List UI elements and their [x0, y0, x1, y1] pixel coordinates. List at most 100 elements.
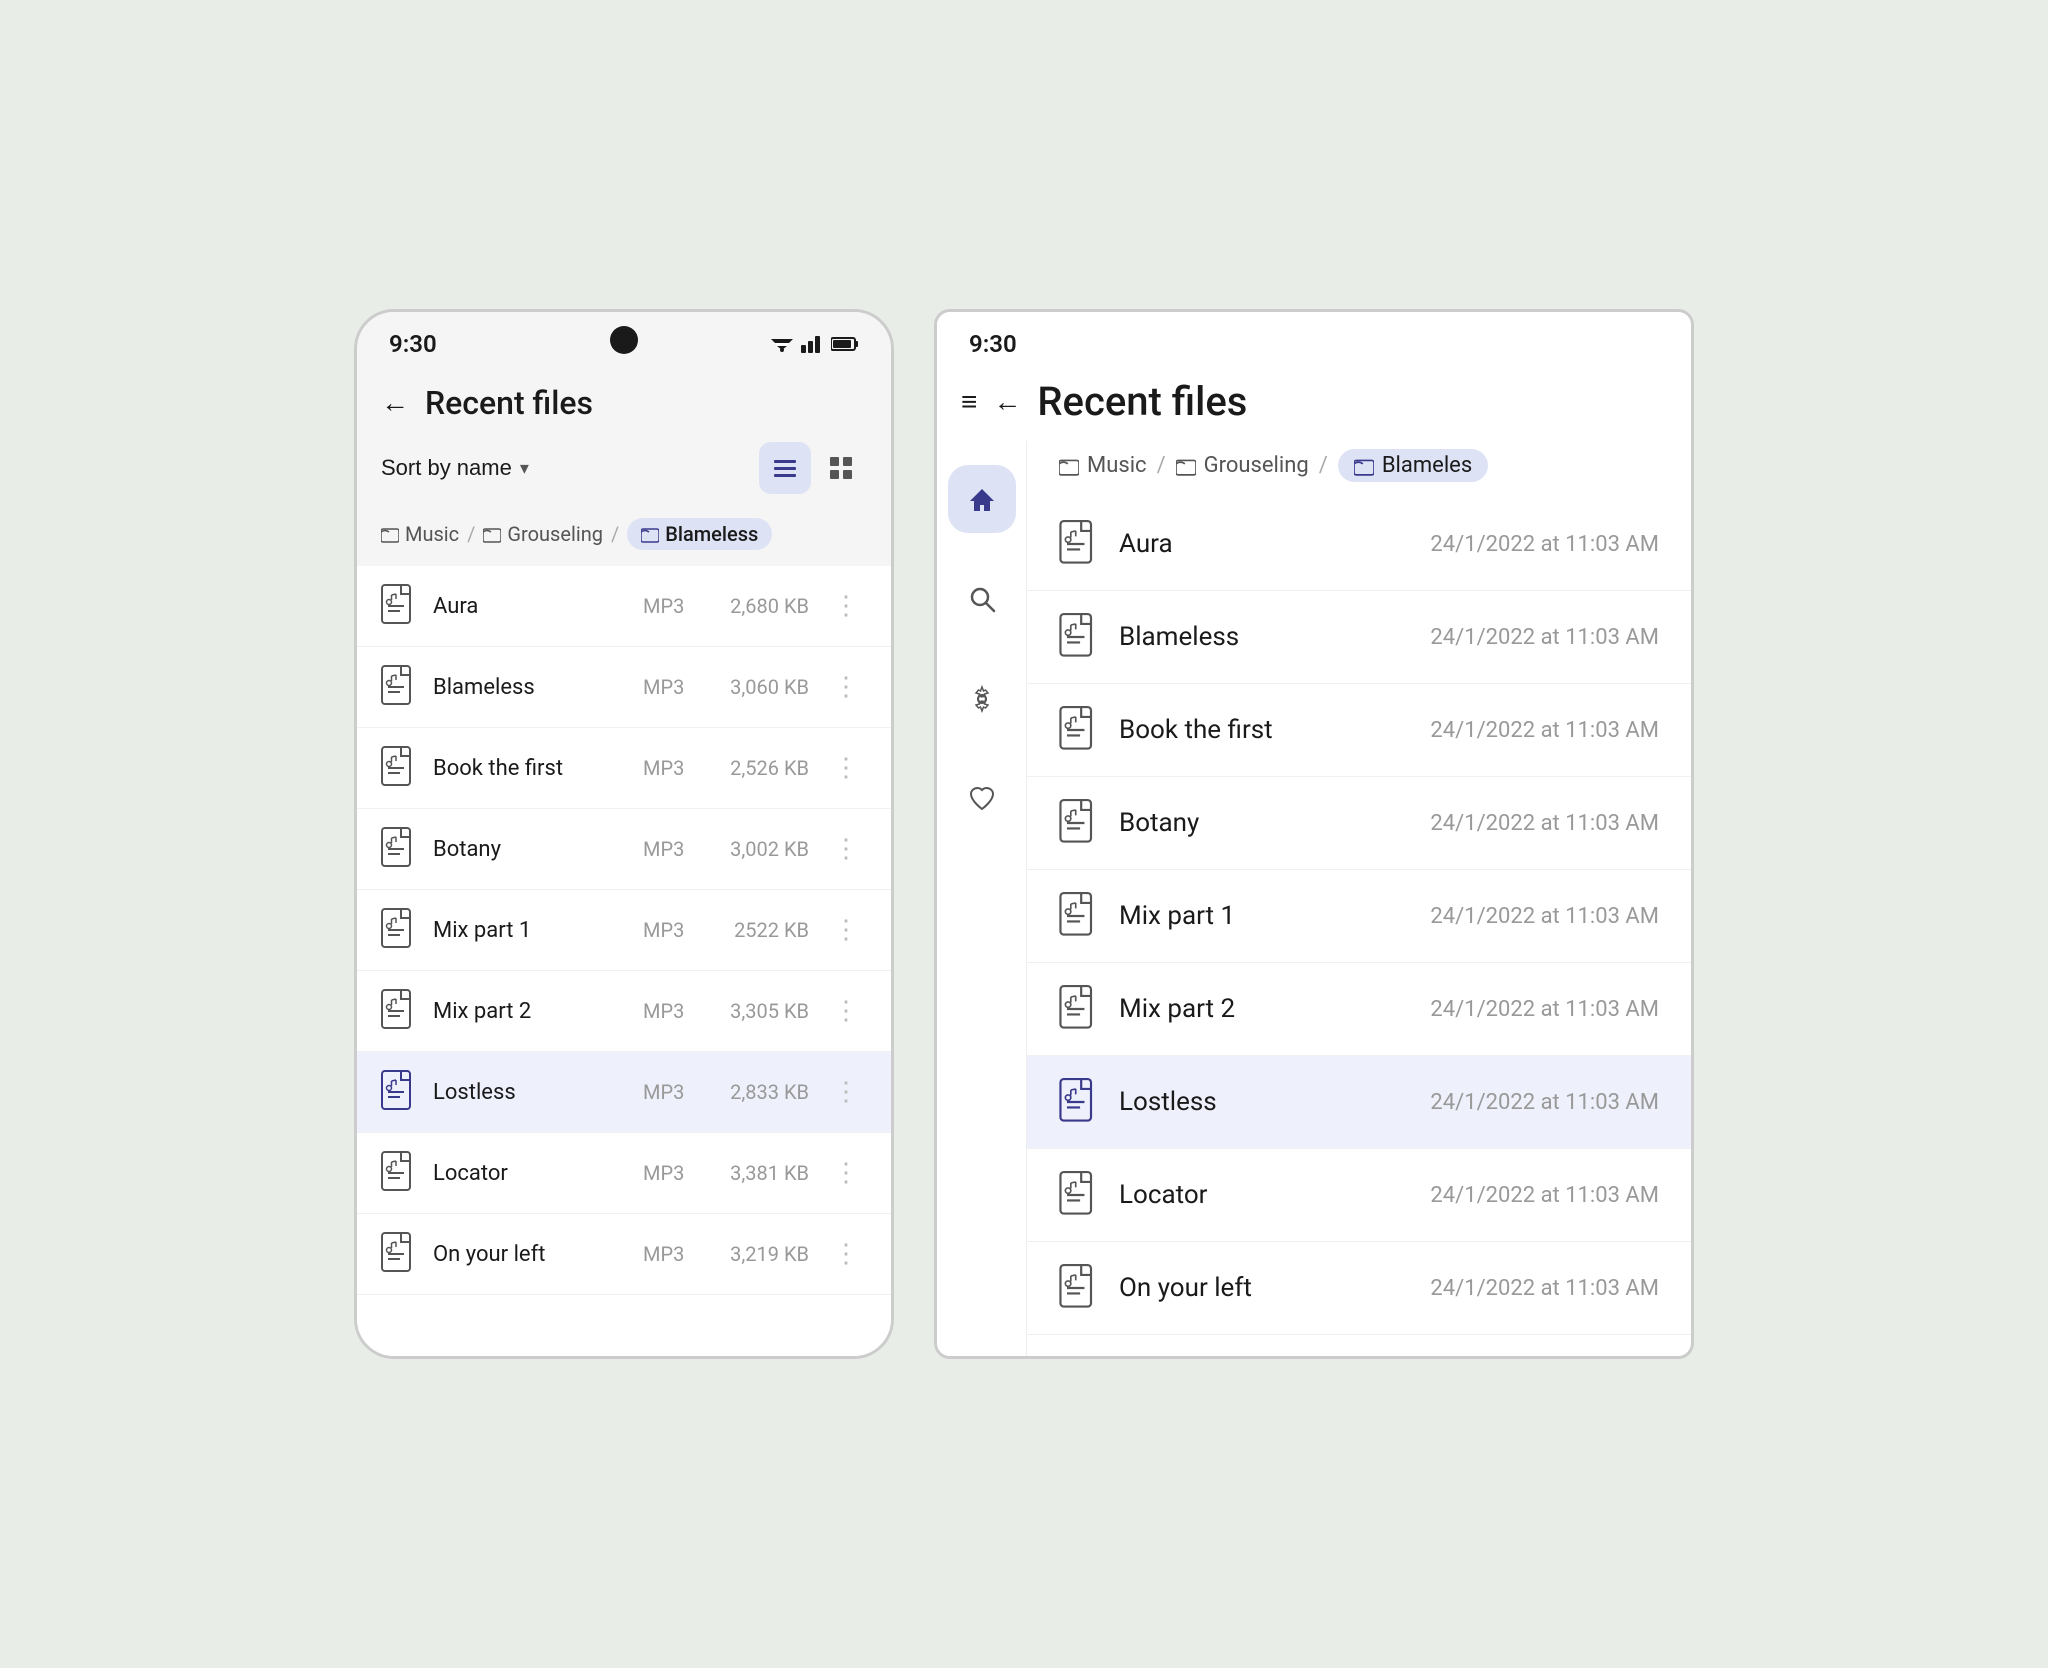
file-date: 24/1/2022 at 11:03 AM — [1430, 1276, 1659, 1301]
list-item[interactable]: Lostless 24/1/2022 at 11:03 AM — [1027, 1056, 1691, 1149]
list-item[interactable]: Blameless MP3 3,060 KB ⋮ — [357, 647, 891, 728]
file-date: 24/1/2022 at 11:03 AM — [1430, 1090, 1659, 1115]
list-item[interactable]: Book the first MP3 2,526 KB ⋮ — [357, 728, 891, 809]
nav-search[interactable] — [948, 565, 1016, 633]
breadcrumb-grouseling[interactable]: Grouseling — [483, 522, 603, 546]
tablet-breadcrumb-grouseling[interactable]: Grouseling — [1176, 453, 1309, 478]
tablet-breadcrumb-music[interactable]: Music — [1059, 453, 1147, 478]
breadcrumb-sep-1: / — [467, 522, 475, 546]
file-name: Lostless — [1119, 1087, 1410, 1117]
file-icon — [381, 1232, 417, 1276]
file-size: 2522 KB — [709, 918, 809, 942]
file-name: Mix part 1 — [433, 918, 627, 943]
tablet-device: 9:30 ≡ ← Recent files — [934, 309, 1694, 1359]
file-date: 24/1/2022 at 11:03 AM — [1430, 811, 1659, 836]
list-item[interactable]: Mix part 1 MP3 2522 KB ⋮ — [357, 890, 891, 971]
nav-favorites[interactable] — [948, 765, 1016, 833]
breadcrumb-blameless-label: Blameless — [665, 522, 758, 546]
more-options-icon[interactable]: ⋮ — [825, 1073, 867, 1111]
tablet-sep-2: / — [1319, 453, 1328, 478]
more-options-icon[interactable]: ⋮ — [825, 749, 867, 787]
file-type: MP3 — [643, 1242, 693, 1266]
grid-icon — [830, 457, 852, 479]
list-item[interactable]: Mix part 1 24/1/2022 at 11:03 AM — [1027, 870, 1691, 963]
breadcrumb-music-label: Music — [405, 522, 459, 546]
list-item[interactable]: Botany MP3 3,002 KB ⋮ — [357, 809, 891, 890]
file-name: Botany — [1119, 808, 1410, 838]
file-icon — [381, 1070, 417, 1114]
phone-header: ← Recent files — [357, 368, 891, 434]
nav-settings[interactable] — [948, 665, 1016, 733]
more-options-icon[interactable]: ⋮ — [825, 1235, 867, 1273]
breadcrumb-blameless[interactable]: Blameless — [627, 518, 772, 550]
back-button[interactable]: ← — [381, 387, 409, 419]
file-size: 3,219 KB — [709, 1242, 809, 1266]
phone-status-bar: 9:30 — [357, 312, 891, 368]
list-item[interactable]: Blameless 24/1/2022 at 11:03 AM — [1027, 591, 1691, 684]
tablet-body: Music / Grouseling / Blameles — [937, 441, 1691, 1356]
page-title: Recent files — [425, 384, 593, 422]
file-name: Locator — [1119, 1180, 1410, 1210]
list-item[interactable]: Aura 24/1/2022 at 11:03 AM — [1027, 498, 1691, 591]
breadcrumb-music[interactable]: Music — [381, 522, 459, 546]
more-options-icon[interactable]: ⋮ — [825, 830, 867, 868]
list-item[interactable]: Aura MP3 2,680 KB ⋮ — [357, 566, 891, 647]
grid-view-button[interactable] — [815, 442, 867, 494]
tablet-breadcrumb: Music / Grouseling / Blameles — [1027, 441, 1691, 498]
list-item[interactable]: Locator 24/1/2022 at 11:03 AM — [1027, 1149, 1691, 1242]
list-view-button[interactable] — [759, 442, 811, 494]
view-toggle — [759, 442, 867, 494]
list-item[interactable]: Book the first 24/1/2022 at 11:03 AM — [1027, 684, 1691, 777]
file-type: MP3 — [643, 594, 693, 618]
more-options-icon[interactable]: ⋮ — [825, 1154, 867, 1192]
tablet-file-list: Aura 24/1/2022 at 11:03 AM Blameless 24/… — [1027, 498, 1691, 1356]
list-item[interactable]: Lostless MP3 2,833 KB ⋮ — [357, 1052, 891, 1133]
file-name: Mix part 1 — [1119, 901, 1410, 931]
breadcrumb: Music / Grouseling / Blameless — [357, 510, 891, 566]
list-item[interactable]: Mix part 2 MP3 3,305 KB ⋮ — [357, 971, 891, 1052]
file-icon — [1059, 520, 1099, 568]
more-options-icon[interactable]: ⋮ — [825, 587, 867, 625]
nav-rail — [937, 441, 1027, 1356]
folder-icon — [1059, 456, 1079, 476]
sort-label: Sort by name — [381, 455, 512, 481]
list-item[interactable]: On your left MP3 3,219 KB ⋮ — [357, 1214, 891, 1295]
file-date: 24/1/2022 at 11:03 AM — [1430, 1183, 1659, 1208]
battery-icon — [831, 336, 859, 352]
file-name: Lostless — [433, 1080, 627, 1105]
tablet-back-button[interactable]: ← — [993, 386, 1021, 418]
more-options-icon[interactable]: ⋮ — [825, 992, 867, 1030]
file-name: Aura — [433, 594, 627, 619]
folder-icon — [1354, 456, 1374, 476]
file-name: Botany — [433, 837, 627, 862]
file-name: On your left — [433, 1242, 627, 1267]
file-type: MP3 — [643, 756, 693, 780]
list-item[interactable]: Botany 24/1/2022 at 11:03 AM — [1027, 777, 1691, 870]
list-item[interactable]: Locator MP3 3,381 KB ⋮ — [357, 1133, 891, 1214]
tablet-breadcrumb-blameless[interactable]: Blameles — [1338, 449, 1488, 482]
file-name: Mix part 2 — [433, 999, 627, 1024]
more-options-icon[interactable]: ⋮ — [825, 911, 867, 949]
tablet-main: Music / Grouseling / Blameles — [1027, 441, 1691, 1356]
folder-icon — [381, 525, 399, 543]
list-item[interactable]: On your left 24/1/2022 at 11:03 AM — [1027, 1242, 1691, 1335]
file-size: 2,680 KB — [709, 594, 809, 618]
menu-icon[interactable]: ≡ — [961, 385, 977, 418]
file-icon — [381, 665, 417, 709]
tablet-status-bar: 9:30 — [937, 312, 1691, 366]
phone-file-list: Aura MP3 2,680 KB ⋮ Blameless MP3 3,060 … — [357, 566, 891, 1356]
file-size: 3,381 KB — [709, 1161, 809, 1185]
sort-button[interactable]: Sort by name ▾ — [381, 455, 529, 481]
file-name: Locator — [433, 1161, 627, 1186]
tablet-sep-1: / — [1157, 453, 1166, 478]
more-options-icon[interactable]: ⋮ — [825, 668, 867, 706]
file-icon — [1059, 1078, 1099, 1126]
tablet-status-time: 9:30 — [969, 330, 1017, 358]
list-item[interactable]: Mix part 2 24/1/2022 at 11:03 AM — [1027, 963, 1691, 1056]
file-icon — [1059, 892, 1099, 940]
phone-status-icons — [771, 335, 859, 353]
file-date: 24/1/2022 at 11:03 AM — [1430, 625, 1659, 650]
wifi-icon — [771, 336, 793, 352]
nav-home[interactable] — [948, 465, 1016, 533]
file-type: MP3 — [643, 837, 693, 861]
